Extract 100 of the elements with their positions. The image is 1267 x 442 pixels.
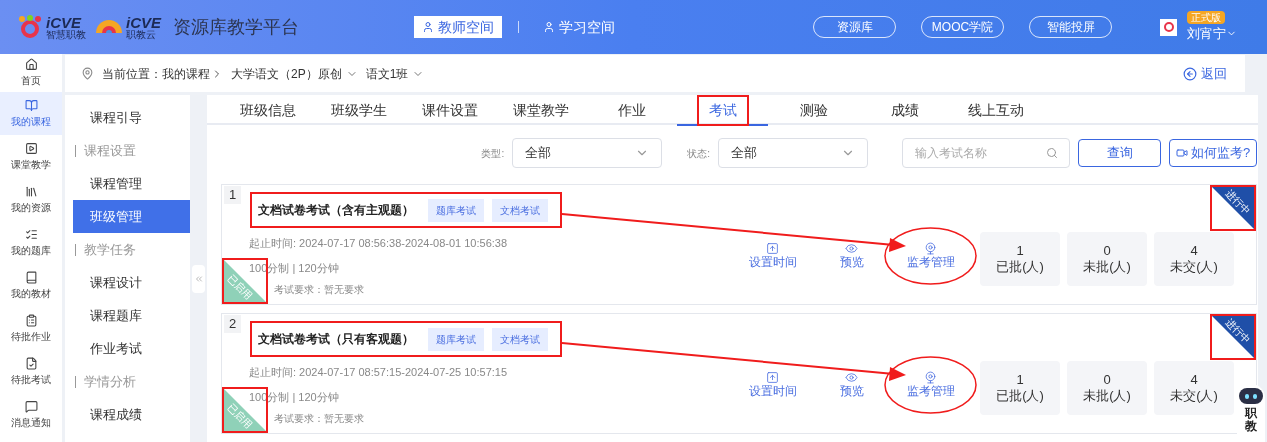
state-select[interactable]: 全部 [718, 138, 868, 168]
action-button[interactable]: 监考管理 [884, 227, 977, 285]
back-link[interactable]: 返回 [1183, 63, 1227, 84]
query-button[interactable]: 查询 [1078, 139, 1161, 167]
exam-time: 起止时间: 2024-07-17 08:56:38-2024-08-01 10:56:38 [249, 236, 509, 251]
rail-item[interactable]: 待批考试 [0, 350, 62, 393]
exam-requirement: 考试要求：暂无要求 [274, 283, 365, 297]
tab[interactable]: 班级学生 [313, 95, 404, 126]
rail-item[interactable]: 消息通知 [0, 393, 62, 436]
exam-icon [24, 356, 38, 370]
rail-item[interactable]: 我的题库 [0, 221, 62, 264]
webcam-icon [924, 371, 937, 384]
tab[interactable]: 成绩 [859, 95, 950, 126]
enabled-label: 已启用 [225, 401, 255, 431]
breadcrumb-item[interactable]: 大学语文（2P）原创 [231, 64, 358, 83]
exam-requirement: 考试要求：暂无要求 [274, 412, 365, 426]
brand-subtitle: 智慧职教 [46, 29, 86, 40]
tab[interactable]: 作业 [586, 95, 677, 126]
exam-tag: 文档考试 [492, 327, 548, 351]
exam-tag: 文档考试 [492, 198, 548, 222]
breadcrumb-item[interactable]: 我的课程 [162, 64, 223, 83]
rail-item[interactable]: 我的资源 [0, 178, 62, 221]
sidebar-item[interactable]: 作业考试 [73, 332, 190, 365]
proctor-help-button[interactable]: 如何监考? [1169, 139, 1257, 167]
homework-icon [24, 313, 38, 327]
message-icon [24, 399, 38, 413]
sidebar-item[interactable]: 课程设计 [73, 266, 190, 299]
exam-time: 起止时间: 2024-07-17 08:57:15-2024-07-25 10:57:15 [249, 365, 509, 380]
breadcrumb-label: 当前位置： [102, 65, 162, 83]
tab[interactable]: 线上互动 [950, 95, 1041, 126]
status-label: 进行中 [1223, 316, 1253, 346]
breadcrumb-item[interactable]: 语文1班 [365, 64, 425, 83]
upload-icon [766, 371, 779, 384]
sidebar-item[interactable]: 班级管理 [73, 200, 190, 233]
user-card-icon [422, 21, 434, 33]
webcam-icon [924, 242, 937, 255]
type-label: 类型: [481, 146, 505, 161]
stat-label: 已批(人) [996, 388, 1044, 405]
brand-mark: iCVE [126, 14, 161, 30]
stat-label: 已批(人) [996, 259, 1044, 276]
rail-item[interactable]: 首页 [0, 54, 62, 92]
stat-label: 未交(人) [1170, 388, 1218, 405]
sidebar-group-label: 教学任务 [84, 240, 136, 259]
stat-label: 未批(人) [1083, 259, 1131, 276]
search-field[interactable]: 输入考试名称 [902, 138, 1070, 168]
double-chevron-icon [193, 273, 204, 284]
status-label: 进行中 [1223, 187, 1253, 217]
video-icon [1175, 147, 1188, 159]
sidebar-group-label: 课程设置 [84, 141, 136, 160]
stat-label: 未批(人) [1083, 388, 1131, 405]
user-card-icon [543, 21, 555, 33]
sidebar-item[interactable]: 课程管理 [73, 167, 190, 200]
tab[interactable]: 测验 [768, 95, 859, 126]
stat-label: 未交(人) [1170, 259, 1218, 276]
enabled-label: 已启用 [225, 272, 255, 302]
tab[interactable]: 课堂教学 [495, 95, 586, 126]
action-button[interactable]: 监考管理 [884, 356, 977, 414]
location-icon [81, 67, 94, 80]
tab[interactable]: 班级信息 [222, 95, 313, 126]
sidebar-item[interactable]: 课程题库 [73, 299, 190, 332]
search-icon [1046, 147, 1058, 159]
assistant-widget[interactable]: 职教 [1237, 384, 1265, 442]
textbook-icon [24, 270, 38, 284]
assistant-label: 职教 [1245, 407, 1257, 434]
edition-badge: 正式版 [1187, 10, 1225, 24]
user-menu[interactable]: 刘宵宁 [1187, 23, 1237, 44]
sidebar-item[interactable]: 课程成绩 [73, 398, 190, 431]
stat-value: 1 [1016, 371, 1024, 388]
sidebar-item[interactable]: 课程引导 [73, 101, 190, 134]
tab[interactable]: 课件设置 [404, 95, 495, 126]
brand-subtitle: 职教云 [126, 29, 157, 40]
class-icon [24, 141, 38, 155]
stat-value: 1 [1016, 242, 1024, 259]
avatar[interactable] [1160, 18, 1177, 36]
stat-value: 0 [1103, 242, 1111, 259]
eye-icon [845, 371, 858, 384]
back-icon [1183, 66, 1197, 81]
space-tab[interactable]: 学习空间 [535, 16, 623, 38]
state-label: 状态: [687, 146, 710, 161]
space-tab[interactable]: 教师空间 [414, 16, 502, 38]
eye-icon [845, 242, 858, 255]
exam-title: 文档试卷考试（含有主观题） [258, 202, 414, 219]
stat-value: 4 [1190, 371, 1198, 388]
home-icon [24, 58, 38, 71]
upload-icon [766, 242, 779, 255]
logo-icon [18, 15, 42, 39]
resource-icon [24, 184, 38, 198]
exam-number: 1 [224, 186, 241, 204]
brand-mark: iCVE [46, 14, 82, 30]
stat-value: 4 [1190, 242, 1198, 259]
rail-item[interactable]: 我的课程 [0, 92, 62, 135]
collapse-handle[interactable] [192, 264, 205, 293]
robot-icon [1239, 388, 1263, 404]
platform-title: 资源库教学平台 [173, 15, 299, 39]
sidebar-group-label: 学情分析 [84, 372, 136, 391]
type-select[interactable]: 全部 [512, 138, 663, 168]
rail-item[interactable]: 我的教材 [0, 264, 62, 307]
course-icon [24, 98, 38, 112]
rail-item[interactable]: 待批作业 [0, 307, 62, 350]
rail-item[interactable]: 课堂教学 [0, 135, 62, 178]
